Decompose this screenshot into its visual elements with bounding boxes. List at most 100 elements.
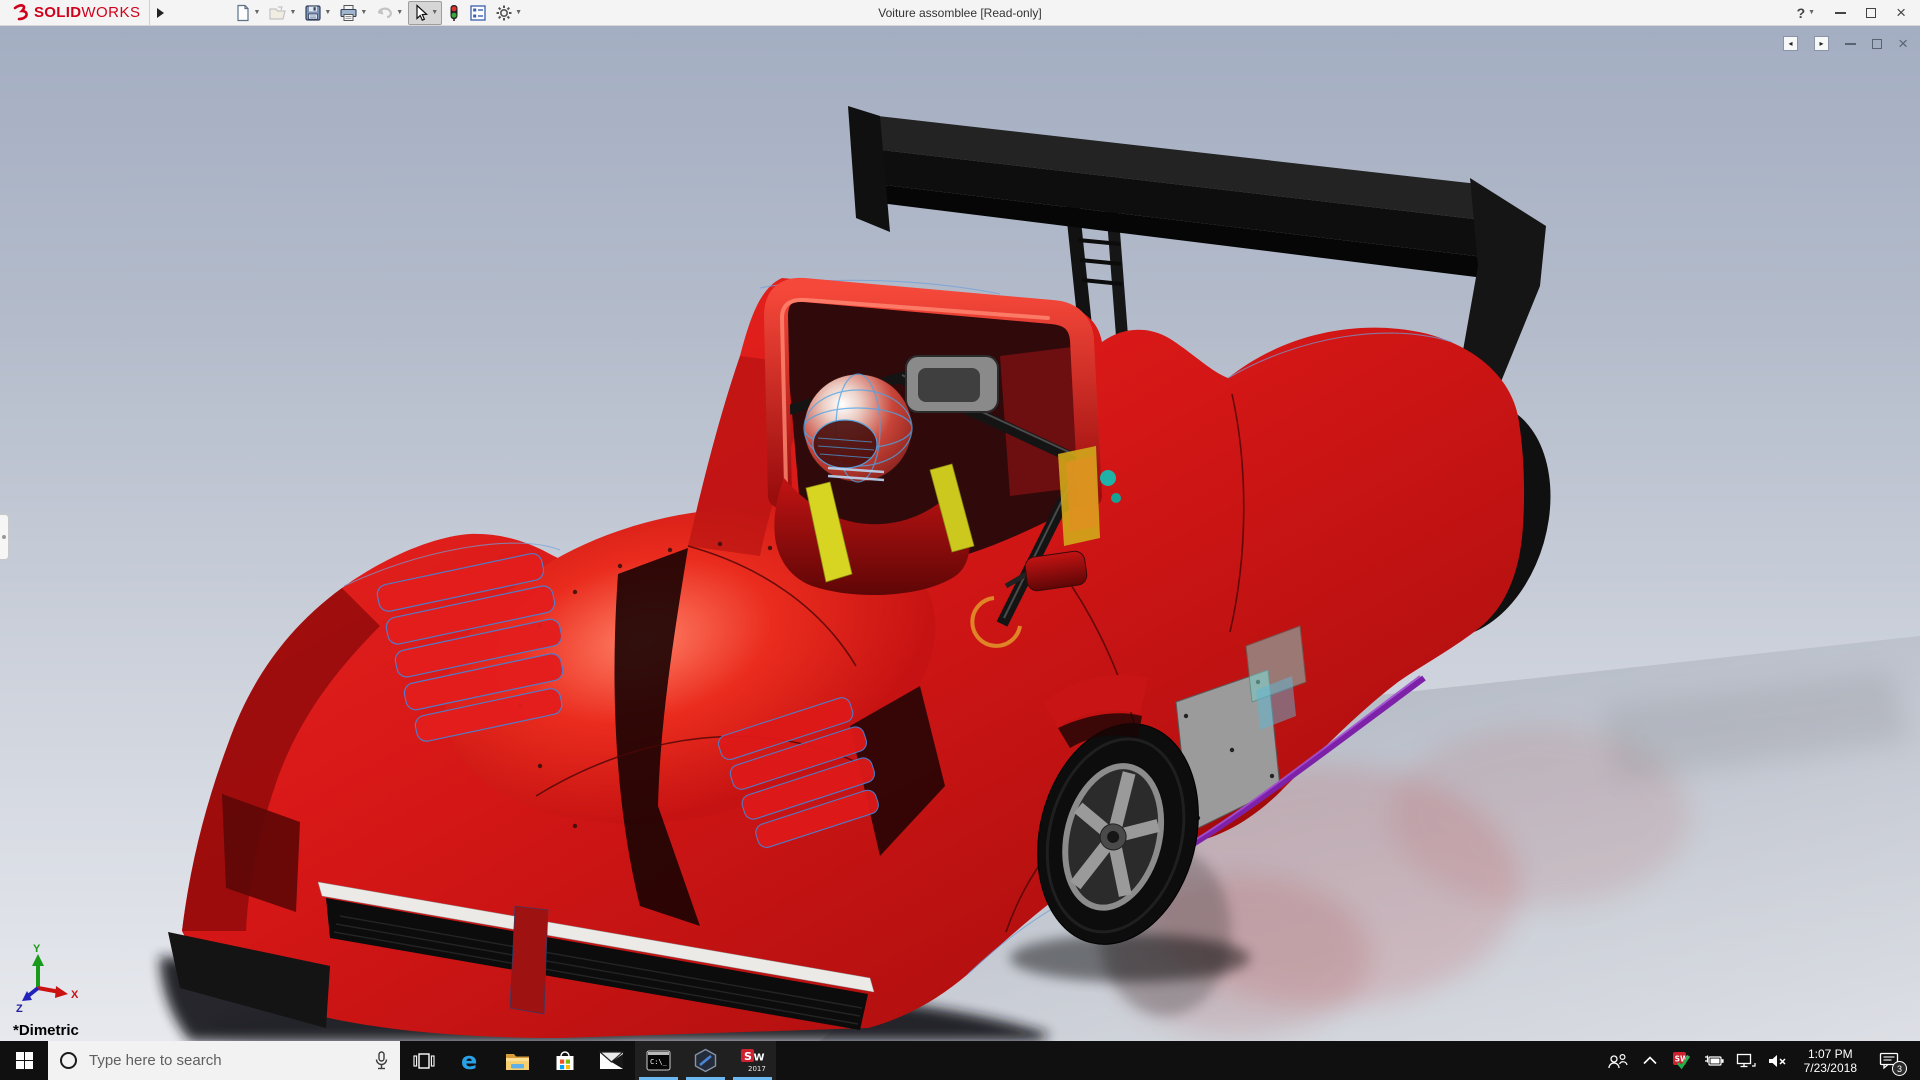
- undo-button[interactable]: ▼: [372, 2, 406, 24]
- minimize-icon: [1835, 12, 1846, 14]
- dropdown-caret-icon[interactable]: ▼: [254, 9, 261, 16]
- graphics-viewport[interactable]: Y X Z ◂ ▸ × *Dimetric: [0, 26, 1920, 1041]
- close-button[interactable]: ×: [1896, 6, 1906, 20]
- dropdown-caret-icon[interactable]: ▼: [324, 9, 331, 16]
- command-prompt-icon: C:\_: [646, 1050, 671, 1071]
- taskbar-app-edge[interactable]: e: [447, 1041, 494, 1080]
- restore-icon: [1866, 8, 1876, 18]
- cortana-icon: [60, 1052, 77, 1069]
- triad-x-label: X: [71, 989, 79, 1001]
- toolbar-flyout-button[interactable]: [149, 0, 171, 25]
- restore-button[interactable]: [1866, 8, 1876, 18]
- people-button[interactable]: [1604, 1041, 1632, 1080]
- task-view-button[interactable]: [400, 1041, 447, 1080]
- print-button[interactable]: ▼: [336, 2, 370, 24]
- view-orientation-label: *Dimetric: [13, 1022, 79, 1039]
- open-folder-icon: [268, 4, 287, 22]
- taskbar-app-composer[interactable]: [682, 1041, 729, 1080]
- dropdown-caret-icon[interactable]: ▼: [515, 9, 522, 16]
- chevron-up-icon: [1643, 1056, 1657, 1065]
- feature-panel-tab[interactable]: [0, 514, 9, 560]
- taskbar-app-mail[interactable]: [588, 1041, 635, 1080]
- save-floppy-icon: [304, 4, 322, 22]
- ds-mark-icon: [10, 3, 34, 23]
- flyout-arrow-icon: [157, 8, 164, 18]
- help-label: ?: [1797, 6, 1806, 20]
- composer-hexagon-icon: [693, 1048, 718, 1073]
- clock-time: 1:07 PM: [1804, 1047, 1857, 1061]
- rearview-mirror: [906, 356, 998, 412]
- sw-year-label: 2017: [748, 1065, 766, 1073]
- dropdown-caret-icon[interactable]: ▼: [289, 9, 296, 16]
- clock-date: 7/23/2018: [1804, 1061, 1857, 1075]
- search-placeholder: Type here to search: [89, 1052, 373, 1069]
- volume-button[interactable]: [1764, 1041, 1792, 1080]
- cmd-label: C:\_: [650, 1058, 668, 1066]
- tray-overflow-button[interactable]: [1636, 1041, 1664, 1080]
- document-window-controls: ◂ ▸ ×: [1783, 36, 1908, 51]
- options-list-button[interactable]: [466, 2, 490, 24]
- options-list-icon: [469, 4, 487, 22]
- svg-text:W: W: [754, 1053, 765, 1064]
- triad-z-label: Z: [16, 1003, 23, 1015]
- taskbar-app-command-prompt[interactable]: C:\_: [635, 1041, 682, 1080]
- system-tray: SW: [1604, 1041, 1920, 1080]
- select-button[interactable]: ▼: [408, 1, 442, 25]
- minimize-icon: [1845, 43, 1856, 45]
- restore-icon: [1872, 39, 1882, 49]
- mail-icon: [599, 1051, 624, 1070]
- new-document-icon: [234, 4, 252, 22]
- new-document-button[interactable]: ▼: [231, 2, 264, 24]
- taskbar-app-solidworks[interactable]: S W 2017: [729, 1041, 776, 1080]
- rebuild-button[interactable]: [444, 2, 464, 24]
- brand-works: WORKS: [81, 4, 140, 21]
- volume-muted-icon: [1768, 1053, 1788, 1069]
- viewport-3d-scene[interactable]: Y X Z: [0, 26, 1920, 1041]
- solidworks-2017-icon: S W 2017: [739, 1047, 766, 1074]
- gear-icon: [495, 4, 513, 22]
- battery-plug-icon: [1703, 1054, 1725, 1068]
- save-button[interactable]: ▼: [301, 2, 334, 24]
- dropdown-caret-icon[interactable]: ▼: [360, 9, 367, 16]
- open-button[interactable]: ▼: [265, 2, 299, 24]
- orientation-triad: Y X Z: [16, 943, 79, 1015]
- svg-text:e: e: [461, 1048, 477, 1074]
- help-button[interactable]: ?▼: [1797, 6, 1816, 20]
- collapse-right-button[interactable]: ▸: [1814, 36, 1829, 51]
- teal-accent-small: [1111, 493, 1121, 503]
- quick-access-toolbar: ▼ ▼ ▼ ▼: [231, 1, 526, 25]
- taskbar-app-store[interactable]: [541, 1041, 588, 1080]
- minimize-button[interactable]: [1835, 12, 1846, 14]
- brand-solid: SOLID: [34, 4, 81, 21]
- windows-taskbar: Type here to search e: [0, 1041, 1920, 1080]
- power-button[interactable]: [1700, 1041, 1728, 1080]
- start-button[interactable]: [0, 1041, 48, 1080]
- doc-restore-button[interactable]: [1872, 39, 1882, 49]
- notification-badge: 3: [1892, 1061, 1907, 1076]
- solidworks-logo: SOLIDWORKS: [0, 0, 149, 25]
- task-view-icon: [413, 1051, 435, 1071]
- taskbar-app-file-explorer[interactable]: [494, 1041, 541, 1080]
- network-button[interactable]: [1732, 1041, 1760, 1080]
- svg-text:S: S: [744, 1050, 752, 1063]
- taskbar-clock[interactable]: 1:07 PM 7/23/2018: [1796, 1047, 1865, 1075]
- taskbar-search[interactable]: Type here to search: [48, 1041, 400, 1080]
- doc-minimize-button[interactable]: [1845, 43, 1856, 45]
- action-center-button[interactable]: 3: [1869, 1041, 1909, 1080]
- close-icon: ×: [1896, 6, 1906, 20]
- collapse-left-button[interactable]: ◂: [1783, 36, 1798, 51]
- dropdown-caret-icon[interactable]: ▼: [396, 9, 403, 16]
- microphone-icon[interactable]: [373, 1051, 390, 1071]
- undo-icon: [375, 4, 394, 22]
- window-controls: ?▼ ×: [1797, 6, 1920, 20]
- dropdown-caret-icon[interactable]: ▼: [1808, 9, 1815, 16]
- teal-accent: [1100, 470, 1116, 486]
- doc-close-button[interactable]: ×: [1898, 37, 1908, 51]
- settings-button[interactable]: ▼: [492, 2, 525, 24]
- triad-y-label: Y: [33, 943, 41, 955]
- solidworks-monitor-tray[interactable]: SW: [1668, 1041, 1696, 1080]
- dropdown-caret-icon[interactable]: ▼: [431, 9, 438, 16]
- store-icon: [553, 1049, 577, 1073]
- file-explorer-icon: [505, 1050, 530, 1072]
- people-icon: [1608, 1053, 1628, 1069]
